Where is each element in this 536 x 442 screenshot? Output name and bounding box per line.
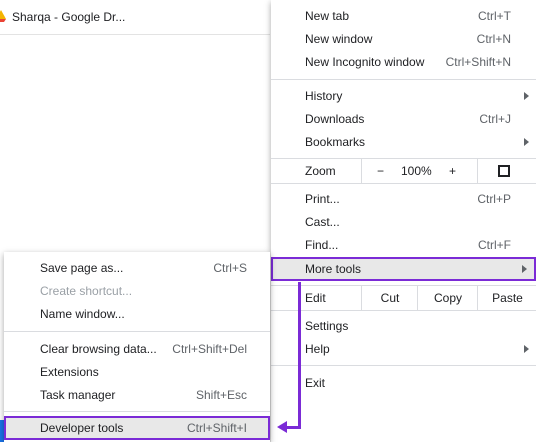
menu-item-new-tab[interactable]: New tab Ctrl+T [271, 5, 536, 27]
tab-title: Sharqa - Google Dr... [12, 10, 126, 24]
menu-item-print[interactable]: Print... Ctrl+P [271, 188, 536, 210]
menu-item-shortcut: Ctrl+J [479, 112, 511, 126]
edit-row: Edit Cut Copy Paste [271, 285, 536, 311]
menu-item-task-manager[interactable]: Task manager Shift+Esc [4, 384, 270, 406]
menu-item-exit[interactable]: Exit [271, 372, 536, 394]
zoom-label: Zoom [305, 164, 336, 178]
menu-item-shortcut: Shift+Esc [195, 388, 247, 402]
menu-item-label: More tools [305, 262, 362, 276]
menu-item-shortcut: Ctrl+T [478, 9, 511, 23]
menu-item-find[interactable]: Find... Ctrl+F [271, 234, 536, 256]
edit-label: Edit [305, 291, 326, 305]
menu-divider [271, 79, 536, 80]
submenu-arrow-icon [524, 138, 529, 146]
submenu-arrow-icon [524, 92, 529, 100]
menu-item-label: Save page as... [40, 261, 124, 275]
chrome-main-menu: New tab Ctrl+T New window Ctrl+N New Inc… [271, 0, 536, 442]
menu-item-new-window[interactable]: New window Ctrl+N [271, 28, 536, 50]
menu-item-more-tools[interactable]: More tools [271, 257, 536, 281]
menu-item-extensions[interactable]: Extensions [4, 361, 270, 383]
cut-label: Cut [380, 291, 400, 305]
zoom-in-button[interactable]: + [449, 164, 456, 178]
menu-item-shortcut: Ctrl+Shift+I [186, 421, 247, 435]
menu-item-cast[interactable]: Cast... [271, 211, 536, 233]
menu-item-label: New Incognito window [305, 55, 425, 69]
menu-divider [4, 411, 270, 412]
menu-item-label: Print... [305, 192, 340, 206]
cut-button[interactable]: Cut [361, 286, 418, 310]
menu-item-downloads[interactable]: Downloads Ctrl+J [271, 108, 536, 130]
more-tools-submenu: Save page as... Ctrl+S Create shortcut..… [4, 252, 270, 442]
menu-item-settings[interactable]: Settings [271, 315, 536, 337]
menu-item-label: Clear browsing data... [40, 342, 157, 356]
menu-item-help[interactable]: Help [271, 338, 536, 360]
copy-button[interactable]: Copy [417, 286, 478, 310]
menu-item-shortcut: Ctrl+F [478, 238, 511, 252]
favicon-icon [0, 10, 6, 22]
menu-item-label: Downloads [305, 112, 365, 126]
menu-item-shortcut: Ctrl+Shift+N [445, 55, 511, 69]
menu-item-clear-browsing-data[interactable]: Clear browsing data... Ctrl+Shift+Del [4, 338, 270, 360]
annotation-arrow-line [298, 282, 301, 428]
menu-item-bookmarks[interactable]: Bookmarks [271, 131, 536, 153]
menu-item-label: Name window... [40, 307, 125, 321]
menu-item-label: Find... [305, 238, 339, 252]
menu-item-label: Extensions [40, 365, 99, 379]
paste-button[interactable]: Paste [477, 286, 536, 310]
menu-item-label: Create shortcut... [40, 284, 133, 298]
menu-item-label: Help [305, 342, 330, 356]
submenu-arrow-icon [524, 345, 529, 353]
menu-divider [4, 331, 270, 332]
browser-tab[interactable]: Sharqa - Google Dr... [0, 0, 270, 35]
menu-item-label: Settings [305, 319, 349, 333]
menu-divider [271, 365, 536, 366]
menu-item-label: New window [305, 32, 373, 46]
zoom-level: 100% [401, 164, 432, 178]
zoom-controls: − 100% + [361, 159, 456, 183]
menu-item-label: Task manager [40, 388, 116, 402]
fullscreen-icon [498, 165, 510, 177]
menu-item-new-incognito-window[interactable]: New Incognito window Ctrl+Shift+N [271, 51, 536, 73]
zoom-row: Zoom − 100% + [271, 158, 536, 184]
menu-item-shortcut: Ctrl+Shift+Del [172, 342, 247, 356]
menu-item-developer-tools[interactable]: Developer tools Ctrl+Shift+I [4, 416, 270, 440]
menu-item-label: Exit [305, 376, 326, 390]
zoom-out-button[interactable]: − [377, 164, 384, 178]
menu-item-label: History [305, 89, 343, 103]
menu-item-label: Developer tools [40, 421, 124, 435]
menu-item-save-page-as[interactable]: Save page as... Ctrl+S [4, 257, 270, 279]
menu-item-create-shortcut: Create shortcut... [4, 280, 270, 302]
menu-item-shortcut: Ctrl+P [477, 192, 511, 206]
annotation-arrow-icon [277, 421, 287, 433]
menu-item-history[interactable]: History [271, 85, 536, 107]
menu-item-shortcut: Ctrl+S [213, 261, 247, 275]
menu-item-label: Bookmarks [305, 135, 366, 149]
copy-label: Copy [433, 291, 462, 305]
menu-item-shortcut: Ctrl+N [476, 32, 511, 46]
menu-item-label: Cast... [305, 215, 340, 229]
submenu-arrow-icon [522, 265, 527, 273]
menu-item-name-window[interactable]: Name window... [4, 303, 270, 325]
menu-item-label: New tab [305, 9, 350, 23]
fullscreen-button[interactable] [477, 159, 536, 183]
paste-label: Paste [492, 291, 523, 305]
annotation-arrow-line [287, 426, 301, 429]
